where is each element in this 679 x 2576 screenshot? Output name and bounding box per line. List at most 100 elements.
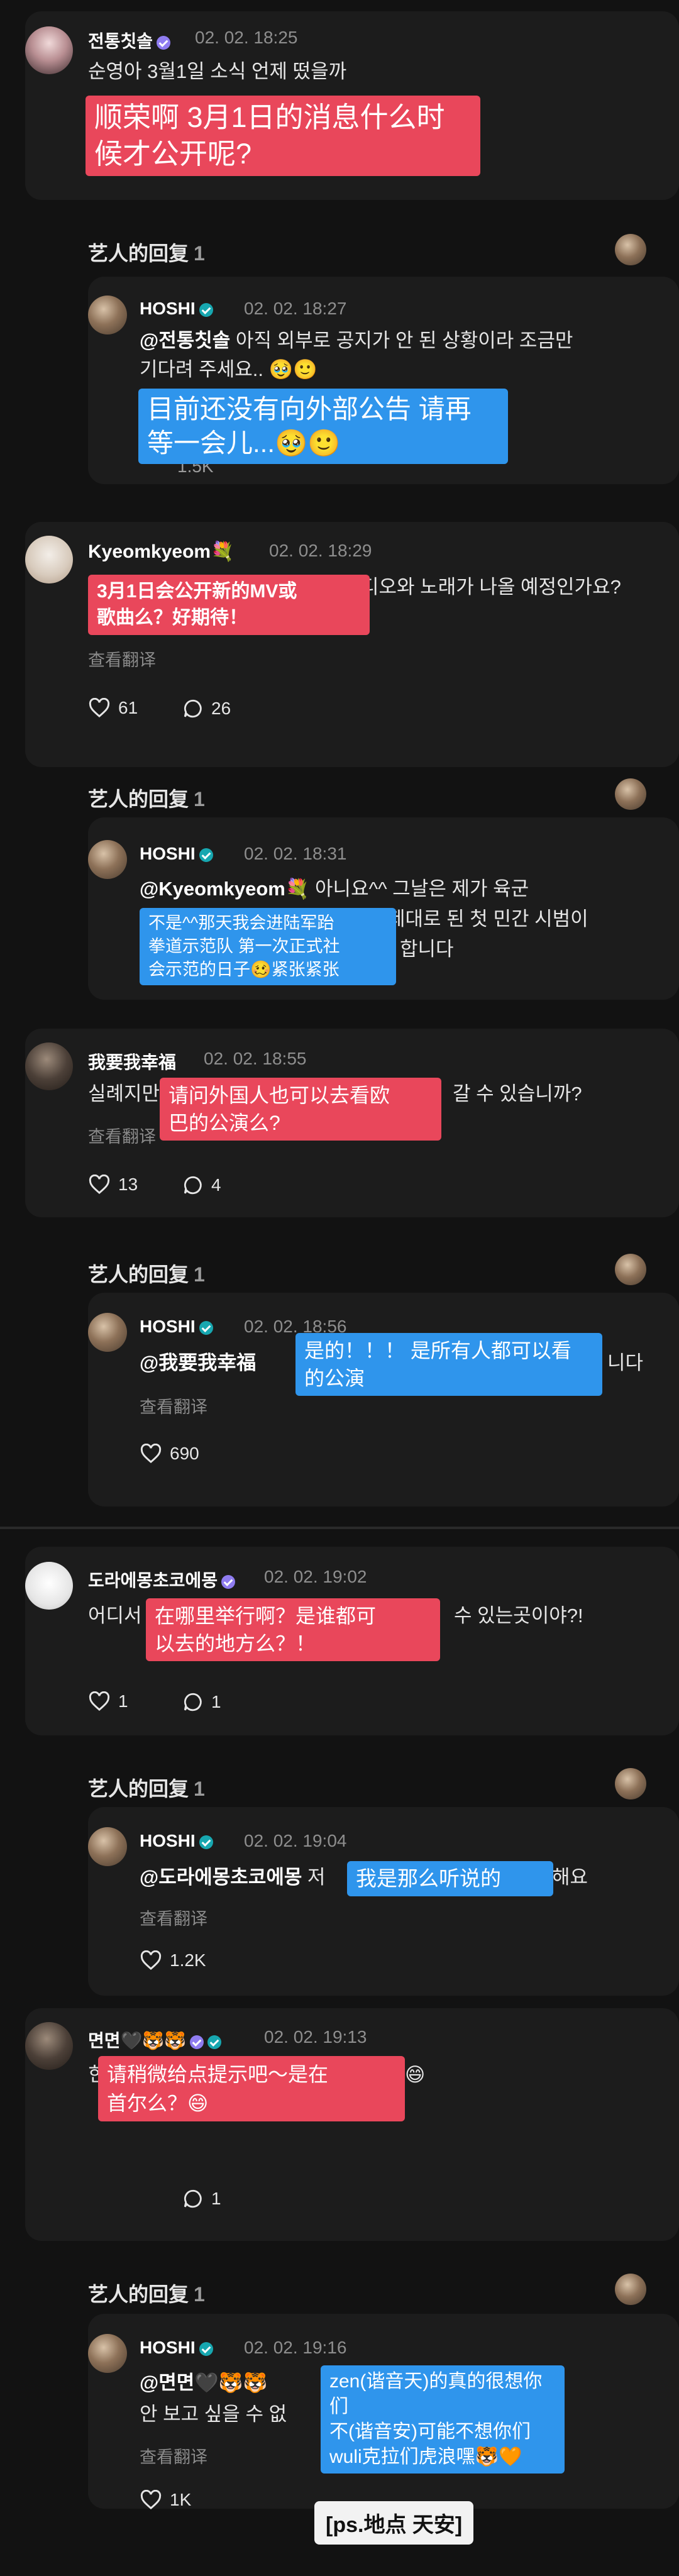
comment-text-tail: 갈 수 있습니까? — [453, 1083, 582, 1105]
reply-username[interactable]: HOSHI — [140, 1317, 213, 1337]
avatar[interactable] — [25, 536, 73, 583]
comment-timestamp: 02. 02. 19:13 — [264, 2027, 367, 2047]
like-button[interactable]: 61 — [88, 698, 138, 718]
translation-overlay: 顺荣啊 3月1日的消息什么时 候才公开呢? — [86, 96, 480, 176]
heart-icon — [140, 2490, 162, 2510]
translation-overlay: zen(谐音天)的真的很想你 们 不(谐音安)可能不想你们 wuli克拉们虎浪嘿… — [321, 2365, 565, 2474]
translation-overlay: 是的！！！ 是所有人都可以看 的公演 — [295, 1333, 602, 1396]
verified-badge-icon — [199, 848, 213, 862]
comment-bubble-icon — [184, 2189, 202, 2208]
avatar[interactable] — [88, 840, 127, 879]
artist-avatar — [615, 1254, 646, 1285]
heart-icon — [89, 698, 110, 718]
divider — [0, 1527, 679, 1529]
like-button[interactable]: 1 — [88, 1691, 128, 1711]
translate-link[interactable]: 查看翻译 — [140, 1905, 207, 1930]
comment-button[interactable]: 1 — [182, 1691, 221, 1713]
reply-username[interactable]: HOSHI — [140, 299, 213, 319]
comment-username[interactable]: 도라에몽초코에몽 — [88, 1567, 236, 1592]
reply-text: @我要我幸福 — [140, 1352, 257, 1374]
avatar[interactable] — [88, 296, 127, 334]
like-button[interactable]: 1K — [140, 2490, 191, 2510]
reply-timestamp: 02. 02. 19:16 — [244, 2338, 347, 2357]
avatar[interactable] — [25, 26, 73, 74]
artist-reply-header[interactable]: 艺人的回复 1 — [88, 1259, 205, 1288]
reply-text-line3: 합니다 — [400, 938, 454, 960]
comment-timestamp: 02. 02. 18:55 — [204, 1049, 307, 1068]
comment-text: 디오와 노래가 나올 예정인가요? — [361, 576, 621, 598]
artist-avatar — [615, 1768, 646, 1799]
comment-text: 순영아 3월1일 소식 언제 떴을까 — [88, 60, 347, 82]
reply-text-line2: 제대로 된 첫 민간 시범이 — [387, 908, 588, 930]
verified-badge-icon — [199, 1835, 213, 1849]
verified-badge-icon — [199, 302, 213, 317]
translation-overlay: 目前还没有向外部公告 请再 等一会儿...🥹🙂 — [138, 389, 508, 464]
verified-badge-icon — [190, 2035, 204, 2049]
reply-text: @Kyeomkyeom💐 아니요^^ 그날은 제가 육군 — [140, 878, 529, 900]
translation-overlay: 请稍微给点提示吧～是在 首尔么？😄 — [98, 2056, 405, 2121]
translate-link[interactable]: 查看翻译 — [88, 646, 156, 671]
comment-username[interactable]: Kyeomkyeom💐 — [88, 541, 234, 563]
comment-username[interactable]: 我要我幸福 — [88, 1049, 176, 1074]
reply-text-line2: 안 보고 싶을 수 없 — [140, 2403, 287, 2425]
reply-timestamp: 02. 02. 19:04 — [244, 1831, 347, 1850]
translate-link[interactable]: 查看翻译 — [140, 1393, 207, 1418]
translation-overlay: 在哪里举行啊？是谁都可 以去的地方么？！ — [146, 1598, 440, 1661]
reply-timestamp: 02. 02. 18:27 — [244, 299, 347, 318]
comment-timestamp: 02. 02. 19:02 — [264, 1567, 367, 1586]
verified-badge-icon — [207, 2035, 222, 2049]
avatar[interactable] — [25, 1042, 73, 1090]
translation-overlay: 我是那么听说的 — [347, 1861, 553, 1896]
translate-link[interactable]: 查看翻译 — [140, 2443, 207, 2468]
avatar[interactable] — [25, 1562, 73, 1610]
like-button[interactable]: 1.2K — [140, 1950, 206, 1971]
comment-bubble-icon — [184, 1176, 202, 1195]
artist-reply-header[interactable]: 艺人的回复 1 — [88, 238, 205, 267]
artist-avatar — [615, 778, 646, 810]
avatar[interactable] — [25, 2022, 73, 2070]
ps-note: [ps.地点 天安] — [314, 2501, 474, 2545]
translation-overlay: 请问外国人也可以去看欧 巴的公演么? — [160, 1078, 441, 1141]
comment-text: 실례지만 — [88, 1083, 160, 1105]
artist-reply-header[interactable]: 艺人的回复 1 — [88, 783, 205, 812]
reply-username[interactable]: HOSHI — [140, 844, 213, 864]
comment-button[interactable]: 4 — [182, 1175, 221, 1196]
comment-text: 어디서 — [88, 1605, 142, 1627]
translation-overlay: 不是^^那天我会进陆军跆 拳道示范队 第一次正式社 会示范的日子🥴紧张紧张 — [140, 908, 396, 985]
reply-text-tail: 해요 — [552, 1866, 588, 1888]
translate-link[interactable]: 查看翻译 — [88, 1123, 156, 1147]
comment-button[interactable]: 1 — [182, 2188, 221, 2209]
reply-text-tail: 니다 — [607, 1352, 644, 1374]
reply-timestamp: 02. 02. 18:31 — [244, 844, 347, 863]
heart-icon — [140, 1444, 162, 1464]
verified-badge-icon — [199, 2341, 213, 2356]
comment-text-tail: 수 있는곳이야?! — [454, 1605, 583, 1627]
heart-icon — [140, 1950, 162, 1971]
comment-username[interactable]: 전통칫솔 — [88, 28, 171, 53]
comment-button[interactable]: 26 — [182, 698, 231, 719]
like-button[interactable]: 690 — [140, 1444, 199, 1464]
avatar[interactable] — [88, 1827, 127, 1866]
artist-reply-header[interactable]: 艺人的回复 1 — [88, 1773, 205, 1802]
avatar[interactable] — [88, 2334, 127, 2373]
heart-icon — [89, 1691, 110, 1711]
verified-badge-icon — [157, 35, 171, 50]
comment-text-tail: 😄 — [405, 2064, 426, 2086]
verified-badge-icon — [221, 1574, 236, 1589]
artist-avatar — [615, 2274, 646, 2305]
translation-overlay: 3月1日会公开新的MV或 歌曲么？好期待！ — [88, 575, 370, 635]
comment-timestamp: 02. 02. 18:29 — [269, 541, 372, 560]
artist-avatar — [615, 234, 646, 265]
heart-icon — [89, 1175, 110, 1195]
comment-thread-screen: { "threads": [ { "comment": { "user": "전… — [0, 0, 679, 2576]
comment-bubble-icon — [184, 1693, 202, 1711]
reply-text-line2: 기다려 주세요.. 🥹🙂 — [140, 358, 317, 380]
avatar[interactable] — [88, 1313, 127, 1352]
comment-username[interactable]: 면면🖤🐯🐯 — [88, 2027, 222, 2052]
artist-reply-header[interactable]: 艺人的回复 1 — [88, 2279, 205, 2308]
comment-timestamp: 02. 02. 18:25 — [195, 28, 298, 47]
reply-username[interactable]: HOSHI — [140, 1831, 213, 1851]
like-button[interactable]: 13 — [88, 1175, 138, 1195]
reply-text: @전통칫솔 아직 외부로 공지가 안 된 상황이라 조금만 — [140, 329, 573, 351]
reply-username[interactable]: HOSHI — [140, 2338, 213, 2358]
